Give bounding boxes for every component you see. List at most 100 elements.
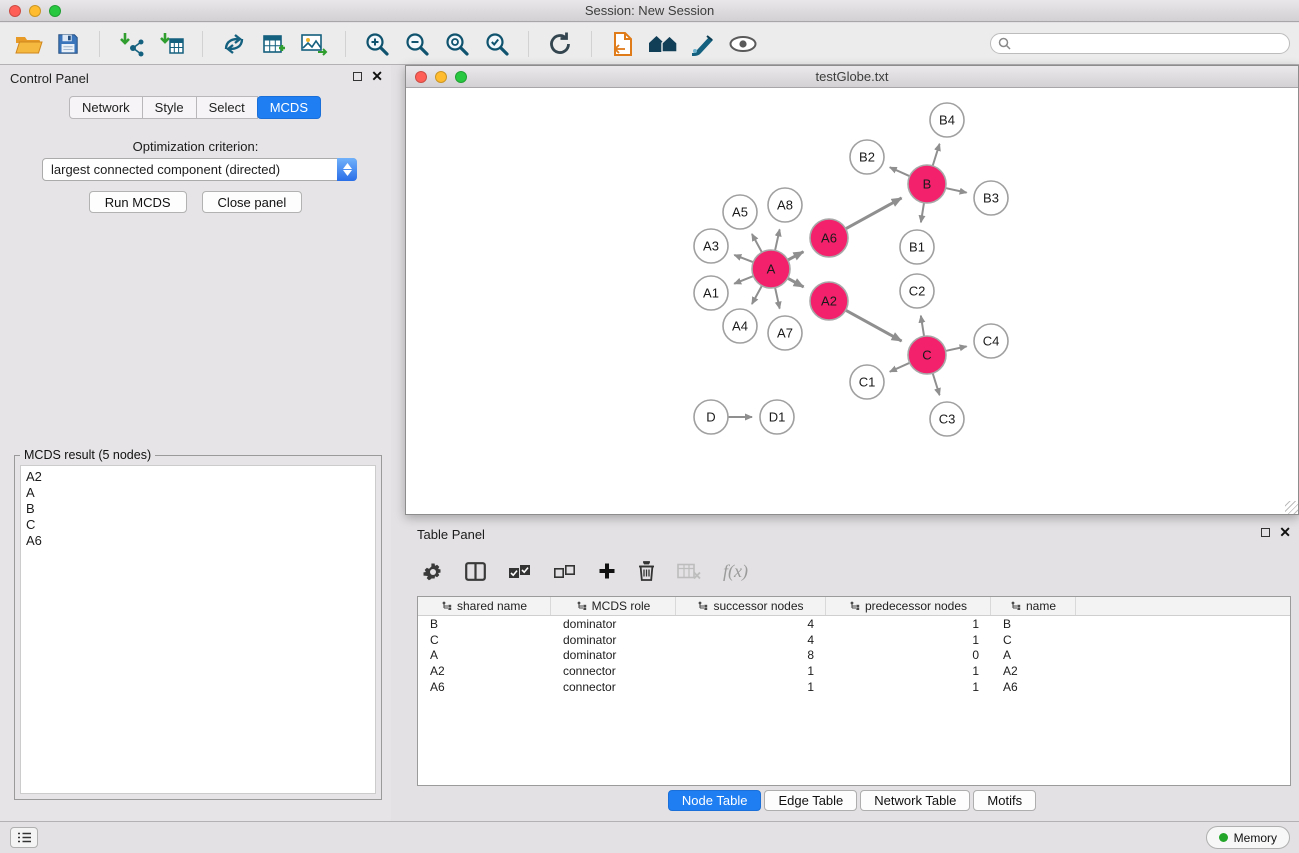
cell-predecessor-nodes[interactable]: 0 xyxy=(826,648,991,662)
node-C4[interactable]: C4 xyxy=(974,324,1008,358)
cell-successor-nodes[interactable]: 1 xyxy=(676,664,826,678)
edge-A-A1[interactable] xyxy=(734,276,753,284)
import-network-button[interactable] xyxy=(114,27,148,61)
node-D1[interactable]: D1 xyxy=(760,400,794,434)
column-header-name[interactable]: name xyxy=(991,597,1076,615)
column-visibility-button[interactable] xyxy=(465,562,486,581)
save-session-button[interactable] xyxy=(51,27,85,61)
node-B[interactable]: B xyxy=(908,165,946,203)
cell-shared-name[interactable]: B xyxy=(418,617,551,631)
zoom-button[interactable] xyxy=(455,71,467,83)
zoom-selected-button[interactable] xyxy=(480,27,514,61)
edge-A-A8[interactable] xyxy=(775,229,780,250)
cell-mcds-role[interactable]: dominator xyxy=(551,617,676,631)
refresh-button[interactable] xyxy=(543,27,577,61)
edge-A2-C[interactable] xyxy=(846,310,902,341)
zoom-fit-button[interactable] xyxy=(440,27,474,61)
close-panel-icon[interactable]: ✕ xyxy=(371,71,383,81)
new-table-button[interactable] xyxy=(257,27,291,61)
tab-motifs[interactable]: Motifs xyxy=(973,790,1036,811)
node-A7[interactable]: A7 xyxy=(768,316,802,350)
node-A2[interactable]: A2 xyxy=(810,282,848,320)
edge-A-A4[interactable] xyxy=(752,286,762,304)
node-A4[interactable]: A4 xyxy=(723,309,757,343)
cell-shared-name[interactable]: A2 xyxy=(418,664,551,678)
network-canvas[interactable]: B4B2BB3A5A8A6A3B1AC2A1A2A4A7C4CC1C3DD1 xyxy=(406,88,1298,514)
network-window-titlebar[interactable]: testGlobe.txt xyxy=(406,66,1298,88)
cell-shared-name[interactable]: A6 xyxy=(418,680,551,694)
edge-A-A3[interactable] xyxy=(734,255,753,262)
edge-B-B4[interactable] xyxy=(933,144,940,166)
result-item-C[interactable]: C xyxy=(26,517,370,533)
result-item-A[interactable]: A xyxy=(26,485,370,501)
select-all-button[interactable] xyxy=(508,563,531,580)
style-brush-button[interactable] xyxy=(686,27,720,61)
tab-node-table[interactable]: Node Table xyxy=(668,790,762,811)
node-C1[interactable]: C1 xyxy=(850,365,884,399)
cell-mcds-role[interactable]: connector xyxy=(551,680,676,694)
column-header-predecessor-nodes[interactable]: predecessor nodes xyxy=(826,597,991,615)
edge-A-A7[interactable] xyxy=(775,288,780,309)
float-panel-icon[interactable] xyxy=(353,72,362,81)
node-A[interactable]: A xyxy=(752,250,790,288)
cell-name[interactable]: B xyxy=(991,617,1076,631)
export-image-button[interactable] xyxy=(297,27,331,61)
mcds-result-list[interactable]: A2ABCA6 xyxy=(20,465,376,794)
table-row-A[interactable]: Adominator80A xyxy=(418,647,1290,663)
cell-shared-name[interactable]: A xyxy=(418,648,551,662)
column-header-shared-name[interactable]: shared name xyxy=(418,597,551,615)
zoom-in-button[interactable] xyxy=(360,27,394,61)
cell-successor-nodes[interactable]: 4 xyxy=(676,617,826,631)
zoom-out-button[interactable] xyxy=(400,27,434,61)
cell-mcds-role[interactable]: dominator xyxy=(551,633,676,647)
node-A8[interactable]: A8 xyxy=(768,188,802,222)
minimize-button[interactable] xyxy=(435,71,447,83)
delete-column-button[interactable] xyxy=(638,561,655,581)
edge-B-B2[interactable] xyxy=(890,167,910,176)
cell-name[interactable]: A6 xyxy=(991,680,1076,694)
cell-predecessor-nodes[interactable]: 1 xyxy=(826,633,991,647)
network-graph[interactable]: B4B2BB3A5A8A6A3B1AC2A1A2A4A7C4CC1C3DD1 xyxy=(406,88,1298,514)
edge-A-A5[interactable] xyxy=(752,234,762,252)
open-recent-file-button[interactable] xyxy=(606,27,640,61)
cell-name[interactable]: C xyxy=(991,633,1076,647)
new-network-button[interactable] xyxy=(217,27,251,61)
result-item-A2[interactable]: A2 xyxy=(26,469,370,485)
add-column-button[interactable] xyxy=(598,562,616,580)
result-item-B[interactable]: B xyxy=(26,501,370,517)
node-A6[interactable]: A6 xyxy=(810,219,848,257)
optimization-criterion-dropdown[interactable]: largest connected component (directed) xyxy=(42,158,357,181)
node-A3[interactable]: A3 xyxy=(694,229,728,263)
cell-successor-nodes[interactable]: 4 xyxy=(676,633,826,647)
node-B1[interactable]: B1 xyxy=(900,230,934,264)
cell-predecessor-nodes[interactable]: 1 xyxy=(826,680,991,694)
node-B4[interactable]: B4 xyxy=(930,103,964,137)
edge-B-B3[interactable] xyxy=(946,188,967,193)
resize-grip[interactable] xyxy=(1285,501,1298,514)
edge-C-C2[interactable] xyxy=(921,316,924,337)
cell-predecessor-nodes[interactable]: 1 xyxy=(826,664,991,678)
show-hide-button[interactable] xyxy=(726,27,760,61)
dropdown-stepper-icon[interactable] xyxy=(337,158,357,181)
node-B2[interactable]: B2 xyxy=(850,140,884,174)
zoom-button[interactable] xyxy=(49,5,61,17)
node-C[interactable]: C xyxy=(908,336,946,374)
tab-network-table[interactable]: Network Table xyxy=(860,790,970,811)
close-button[interactable] xyxy=(9,5,21,17)
edge-C-C3[interactable] xyxy=(933,373,940,395)
run-mcds-button[interactable]: Run MCDS xyxy=(89,191,187,213)
edge-C-C4[interactable] xyxy=(946,346,967,351)
edge-A6-B[interactable] xyxy=(846,198,902,229)
node-A1[interactable]: A1 xyxy=(694,276,728,310)
cell-mcds-role[interactable]: connector xyxy=(551,664,676,678)
close-panel-icon[interactable]: ✕ xyxy=(1279,527,1291,537)
edge-A-A2[interactable] xyxy=(788,278,804,287)
search-field[interactable] xyxy=(990,33,1290,54)
cell-successor-nodes[interactable]: 1 xyxy=(676,680,826,694)
tab-select[interactable]: Select xyxy=(196,96,258,119)
result-item-A6[interactable]: A6 xyxy=(26,533,370,549)
delete-table-button[interactable] xyxy=(677,563,701,580)
minimize-button[interactable] xyxy=(29,5,41,17)
edge-A-A6[interactable] xyxy=(788,252,804,260)
table-row-C[interactable]: Cdominator41C xyxy=(418,632,1290,648)
